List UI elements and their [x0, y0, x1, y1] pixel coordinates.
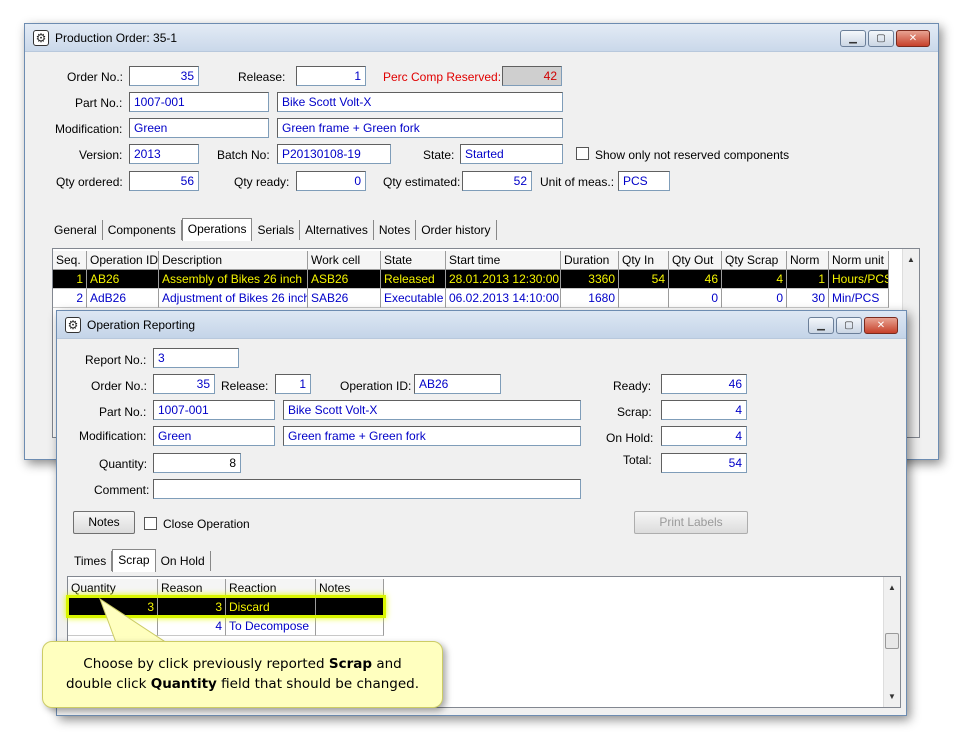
callout-pointer-icon [99, 597, 172, 649]
callout-line-2: double click Quantity field that should … [43, 674, 442, 694]
callout-bold-quantity: Quantity [150, 676, 217, 692]
instruction-callout: Choose by click previously reported Scra… [42, 641, 443, 708]
callout-text: and [372, 656, 402, 672]
callout-bold-scrap: Scrap [328, 656, 373, 672]
callout-text: Choose by click previously reported [83, 656, 329, 672]
callout-text: double click [65, 676, 151, 692]
callout-text: field that should be changed. [216, 676, 420, 692]
callout-line-1: Choose by click previously reported Scra… [43, 654, 442, 674]
